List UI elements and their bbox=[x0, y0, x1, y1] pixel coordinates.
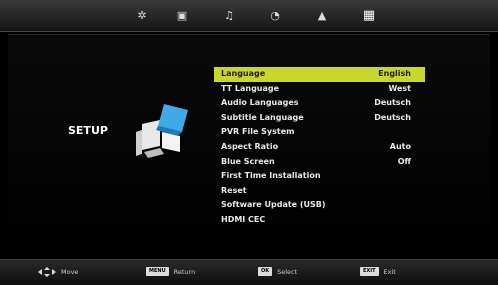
setup-illustration-icon bbox=[136, 104, 188, 158]
menu-row-value: Deutsch bbox=[374, 98, 411, 108]
exit-hint: EXIT Exit bbox=[360, 267, 396, 276]
sound-icon[interactable]: ▣ bbox=[175, 7, 189, 23]
setup-menu-list: Language English TT Language West Audio … bbox=[214, 67, 425, 228]
menu-row-blue-screen[interactable]: Blue Screen Off bbox=[214, 155, 425, 170]
menu-row-value: Deutsch bbox=[374, 112, 411, 122]
menu-row-subtitle-language[interactable]: Subtitle Language Deutsch bbox=[214, 111, 425, 126]
move-hint: Move bbox=[38, 267, 78, 277]
menu-row-label: Audio Languages bbox=[221, 98, 299, 108]
music-icon[interactable]: ♫ bbox=[222, 7, 236, 23]
menu-row-label: First Time Installation bbox=[221, 171, 321, 181]
dpad-arrows-icon bbox=[38, 267, 56, 277]
menu-row-value: Off bbox=[397, 156, 411, 166]
exit-hint-label: Exit bbox=[383, 267, 396, 276]
menu-row-pvr-file-system[interactable]: PVR File System bbox=[214, 125, 425, 140]
picture-icon[interactable]: ✲ bbox=[135, 7, 149, 23]
menu-row-value: Auto bbox=[389, 141, 411, 151]
return-hint-label: Return bbox=[173, 267, 196, 276]
menu-row-label: HDMI CEC bbox=[221, 214, 266, 224]
menu-row-label: Aspect Ratio bbox=[221, 141, 279, 151]
select-hint: OK Select bbox=[258, 267, 297, 276]
menu-row-label: TT Language bbox=[221, 83, 280, 93]
menu-row-label: Reset bbox=[221, 185, 247, 195]
menu-row-label: Blue Screen bbox=[221, 156, 275, 166]
menu-row-first-time-installation[interactable]: First Time Installation bbox=[214, 169, 425, 184]
footer-hint-bar: Move MENU Return OK Select EXIT Exit bbox=[0, 259, 498, 285]
select-hint-label: Select bbox=[277, 267, 298, 276]
top-menu-bar: ✲ ▣ ♫ ◔ ▲ ▦ bbox=[0, 0, 498, 32]
page-title: SETUP bbox=[68, 124, 108, 137]
menu-row-language[interactable]: Language English bbox=[214, 67, 425, 82]
menu-row-value: West bbox=[388, 83, 411, 93]
menu-row-label: Software Update (USB) bbox=[221, 200, 326, 210]
return-hint: MENU Return bbox=[146, 267, 195, 276]
menu-row-tt-language[interactable]: TT Language West bbox=[214, 82, 425, 97]
menu-row-aspect-ratio[interactable]: Aspect Ratio Auto bbox=[214, 140, 425, 155]
menu-key-icon: MENU bbox=[146, 267, 169, 276]
lock-icon[interactable]: ▲ bbox=[315, 7, 329, 23]
move-hint-label: Move bbox=[61, 268, 79, 276]
ok-key-icon: OK bbox=[258, 267, 273, 276]
menu-row-label: Subtitle Language bbox=[221, 112, 304, 122]
time-icon[interactable]: ◔ bbox=[268, 7, 282, 23]
menu-row-label: Language bbox=[221, 69, 266, 78]
setup-icon[interactable]: ▦ bbox=[362, 7, 376, 23]
exit-key-icon: EXIT bbox=[360, 267, 379, 276]
menu-row-label: PVR File System bbox=[221, 127, 295, 137]
menu-row-audio-languages[interactable]: Audio Languages Deutsch bbox=[214, 96, 425, 111]
menu-row-hdmi-cec[interactable]: HDMI CEC bbox=[214, 213, 425, 228]
menu-row-software-update[interactable]: Software Update (USB) bbox=[214, 198, 425, 213]
menu-row-value: English bbox=[378, 69, 411, 78]
menu-row-reset[interactable]: Reset bbox=[214, 184, 425, 199]
